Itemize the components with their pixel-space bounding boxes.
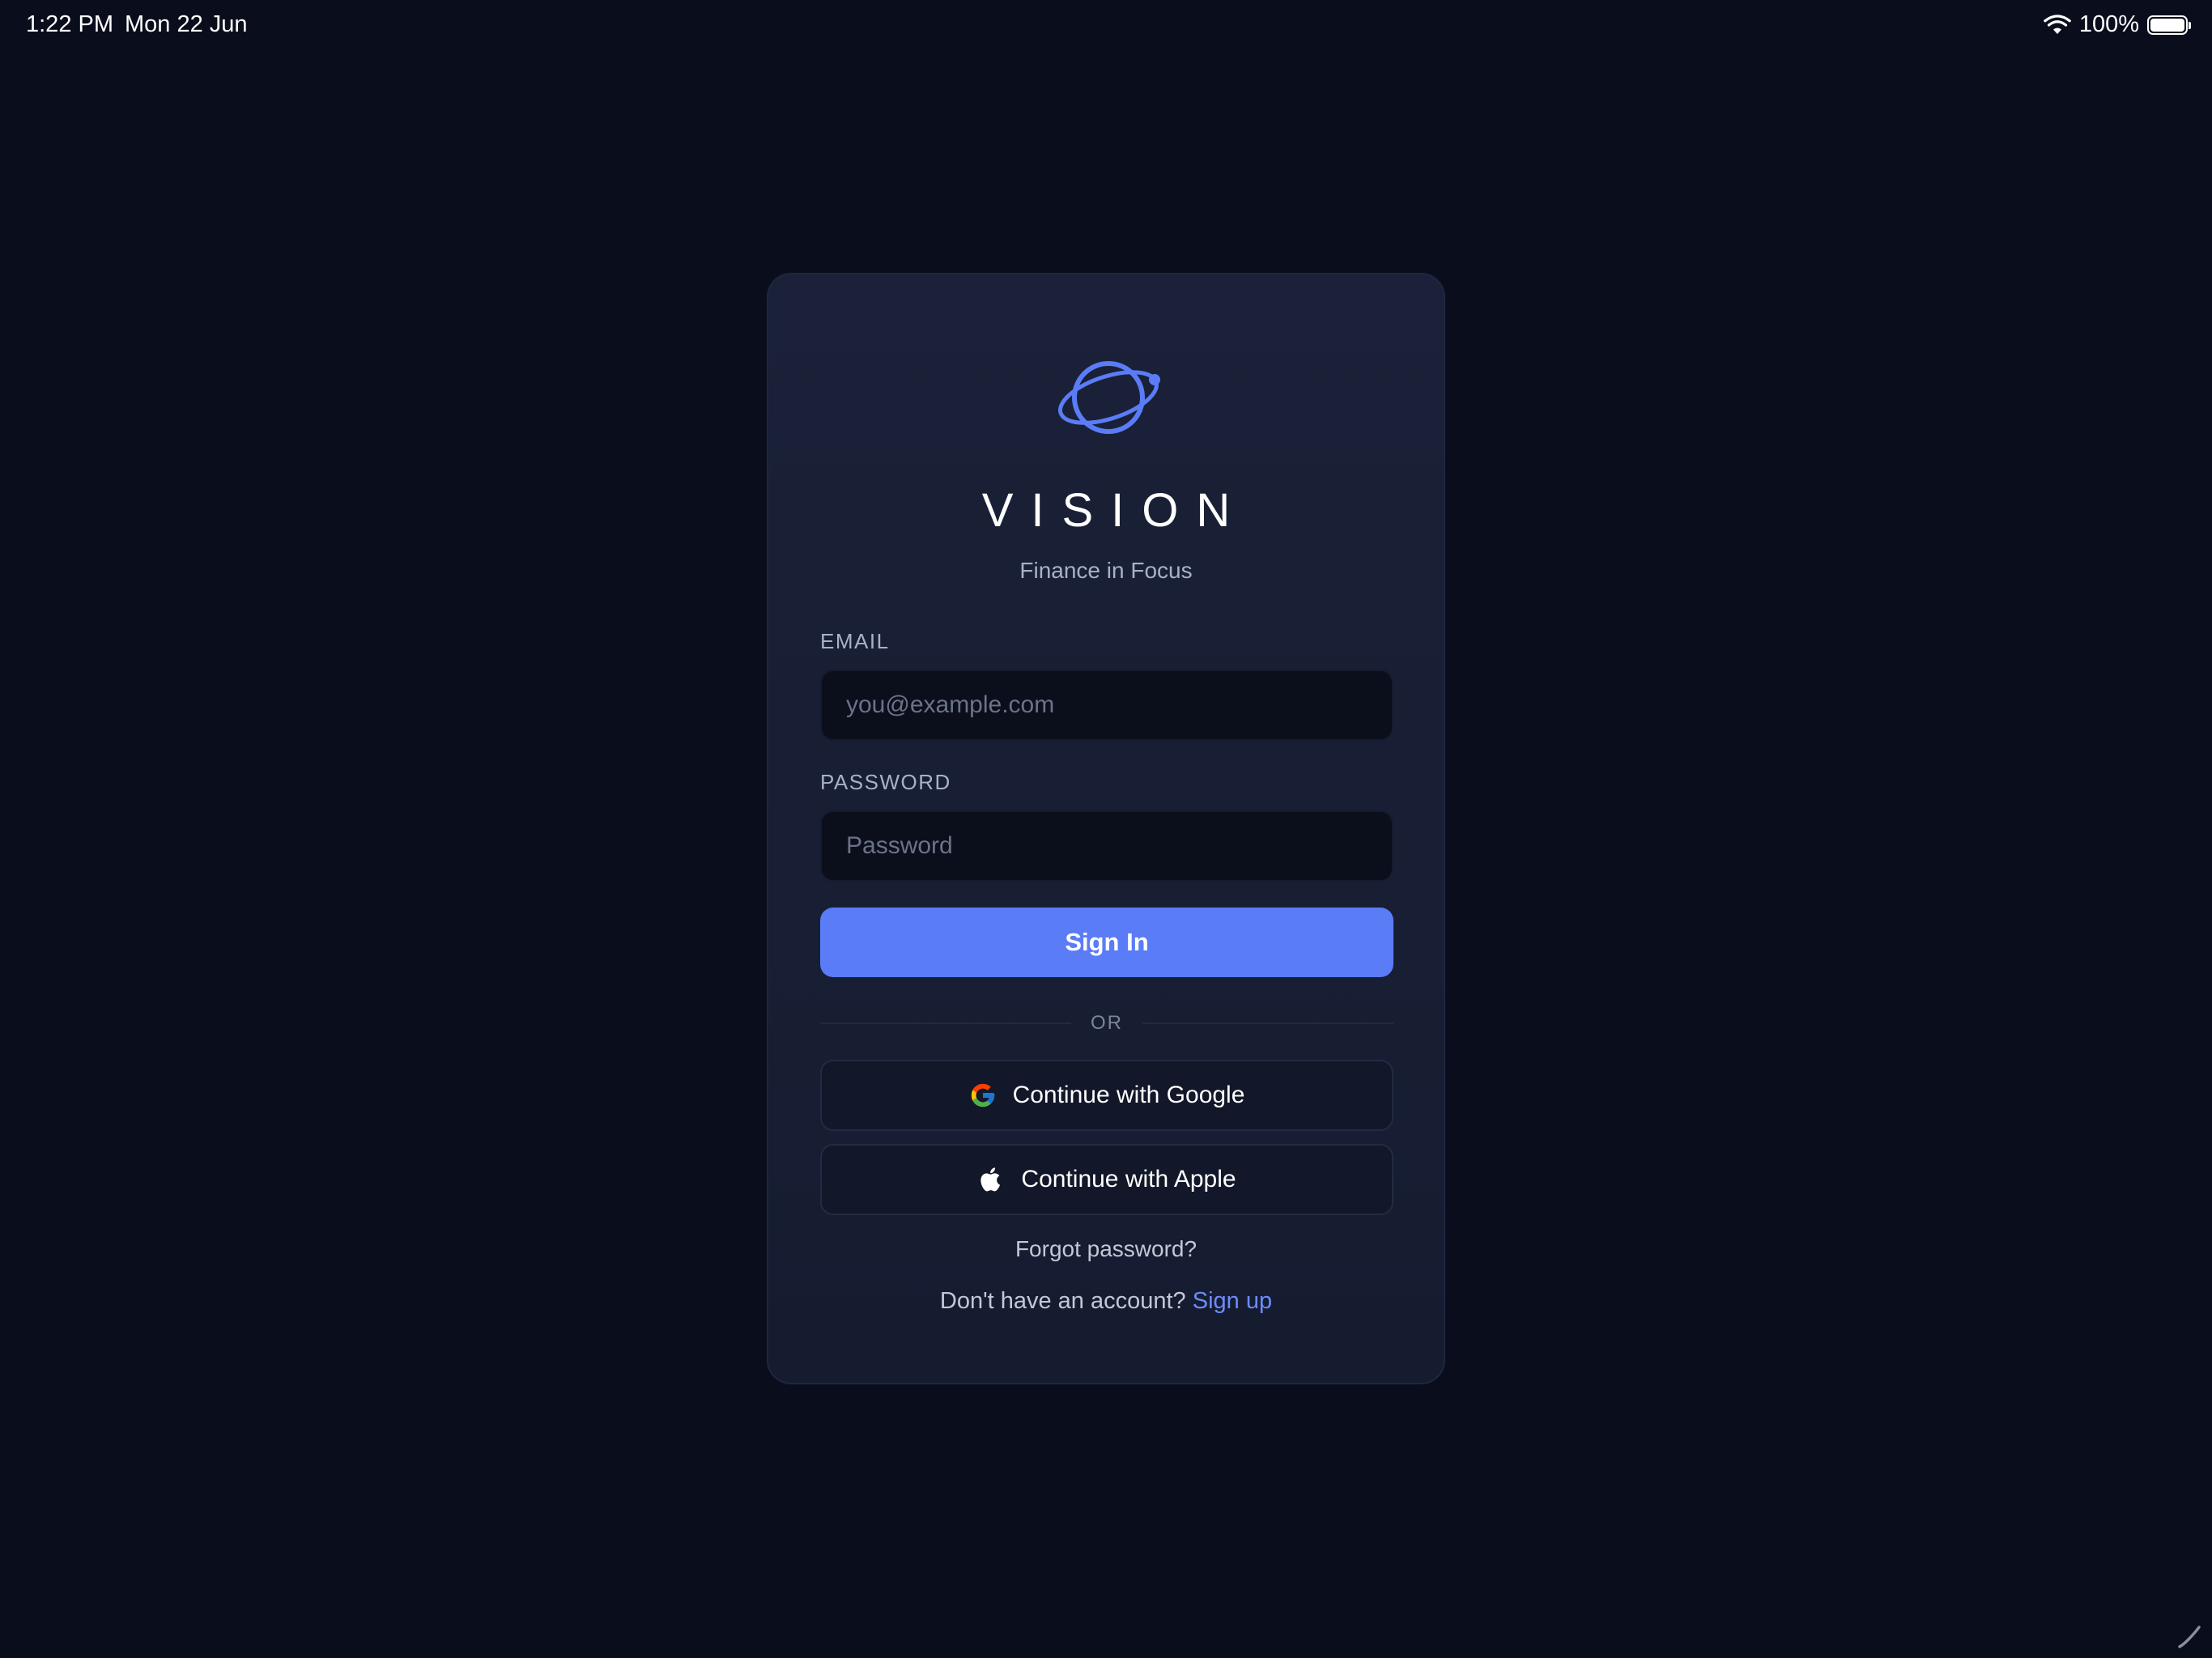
- sign-in-button[interactable]: Sign In: [820, 908, 1393, 977]
- or-divider: OR: [820, 1007, 1393, 1039]
- email-input[interactable]: [820, 670, 1393, 741]
- forgot-password-link[interactable]: Forgot password?: [1015, 1236, 1197, 1261]
- status-bar: 1:22 PM Mon 22 Jun 100%: [0, 0, 2212, 52]
- login-screen: 1:22 PM Mon 22 Jun 100% VISION Finance i…: [0, 0, 2212, 1658]
- continue-with-apple-button[interactable]: Continue with Apple: [820, 1144, 1393, 1215]
- password-input[interactable]: [820, 810, 1393, 882]
- battery-percentage: 100%: [2078, 11, 2139, 37]
- google-icon: [971, 1083, 994, 1107]
- signup-prompt: Don't have an account?: [939, 1288, 1186, 1314]
- battery-level: [2150, 18, 2184, 32]
- divider-line-left: [820, 1022, 1071, 1024]
- login-card: VISION Finance in Focus EMAIL PASSWORD S…: [767, 273, 1445, 1384]
- status-date: Mon 22 Jun: [125, 11, 248, 37]
- battery-icon: [2147, 15, 2191, 35]
- signup-row: Don't have an account? Sign up: [768, 1288, 1444, 1315]
- status-indicators: 100%: [2044, 11, 2191, 38]
- email-label: EMAIL: [820, 629, 890, 653]
- google-button-label: Continue with Google: [1012, 1082, 1245, 1108]
- wifi-icon: [2044, 14, 2071, 34]
- pencil-handle-icon: [2178, 1626, 2201, 1648]
- brand-name: VISION: [981, 484, 1249, 537]
- divider-line-right: [1142, 1022, 1393, 1024]
- sign-up-link[interactable]: Sign up: [1193, 1288, 1272, 1314]
- password-label: PASSWORD: [820, 770, 951, 794]
- apple-button-label: Continue with Apple: [1021, 1166, 1236, 1192]
- status-time: 1:22 PM: [26, 11, 113, 37]
- continue-with-google-button[interactable]: Continue with Google: [820, 1060, 1393, 1131]
- planet-orbit-icon: [1057, 361, 1160, 434]
- forgot-password-row: Forgot password?: [768, 1236, 1444, 1262]
- apple-icon: [981, 1167, 1001, 1192]
- brand-tagline: Finance in Focus: [1019, 558, 1193, 583]
- divider-text: OR: [1091, 1012, 1123, 1034]
